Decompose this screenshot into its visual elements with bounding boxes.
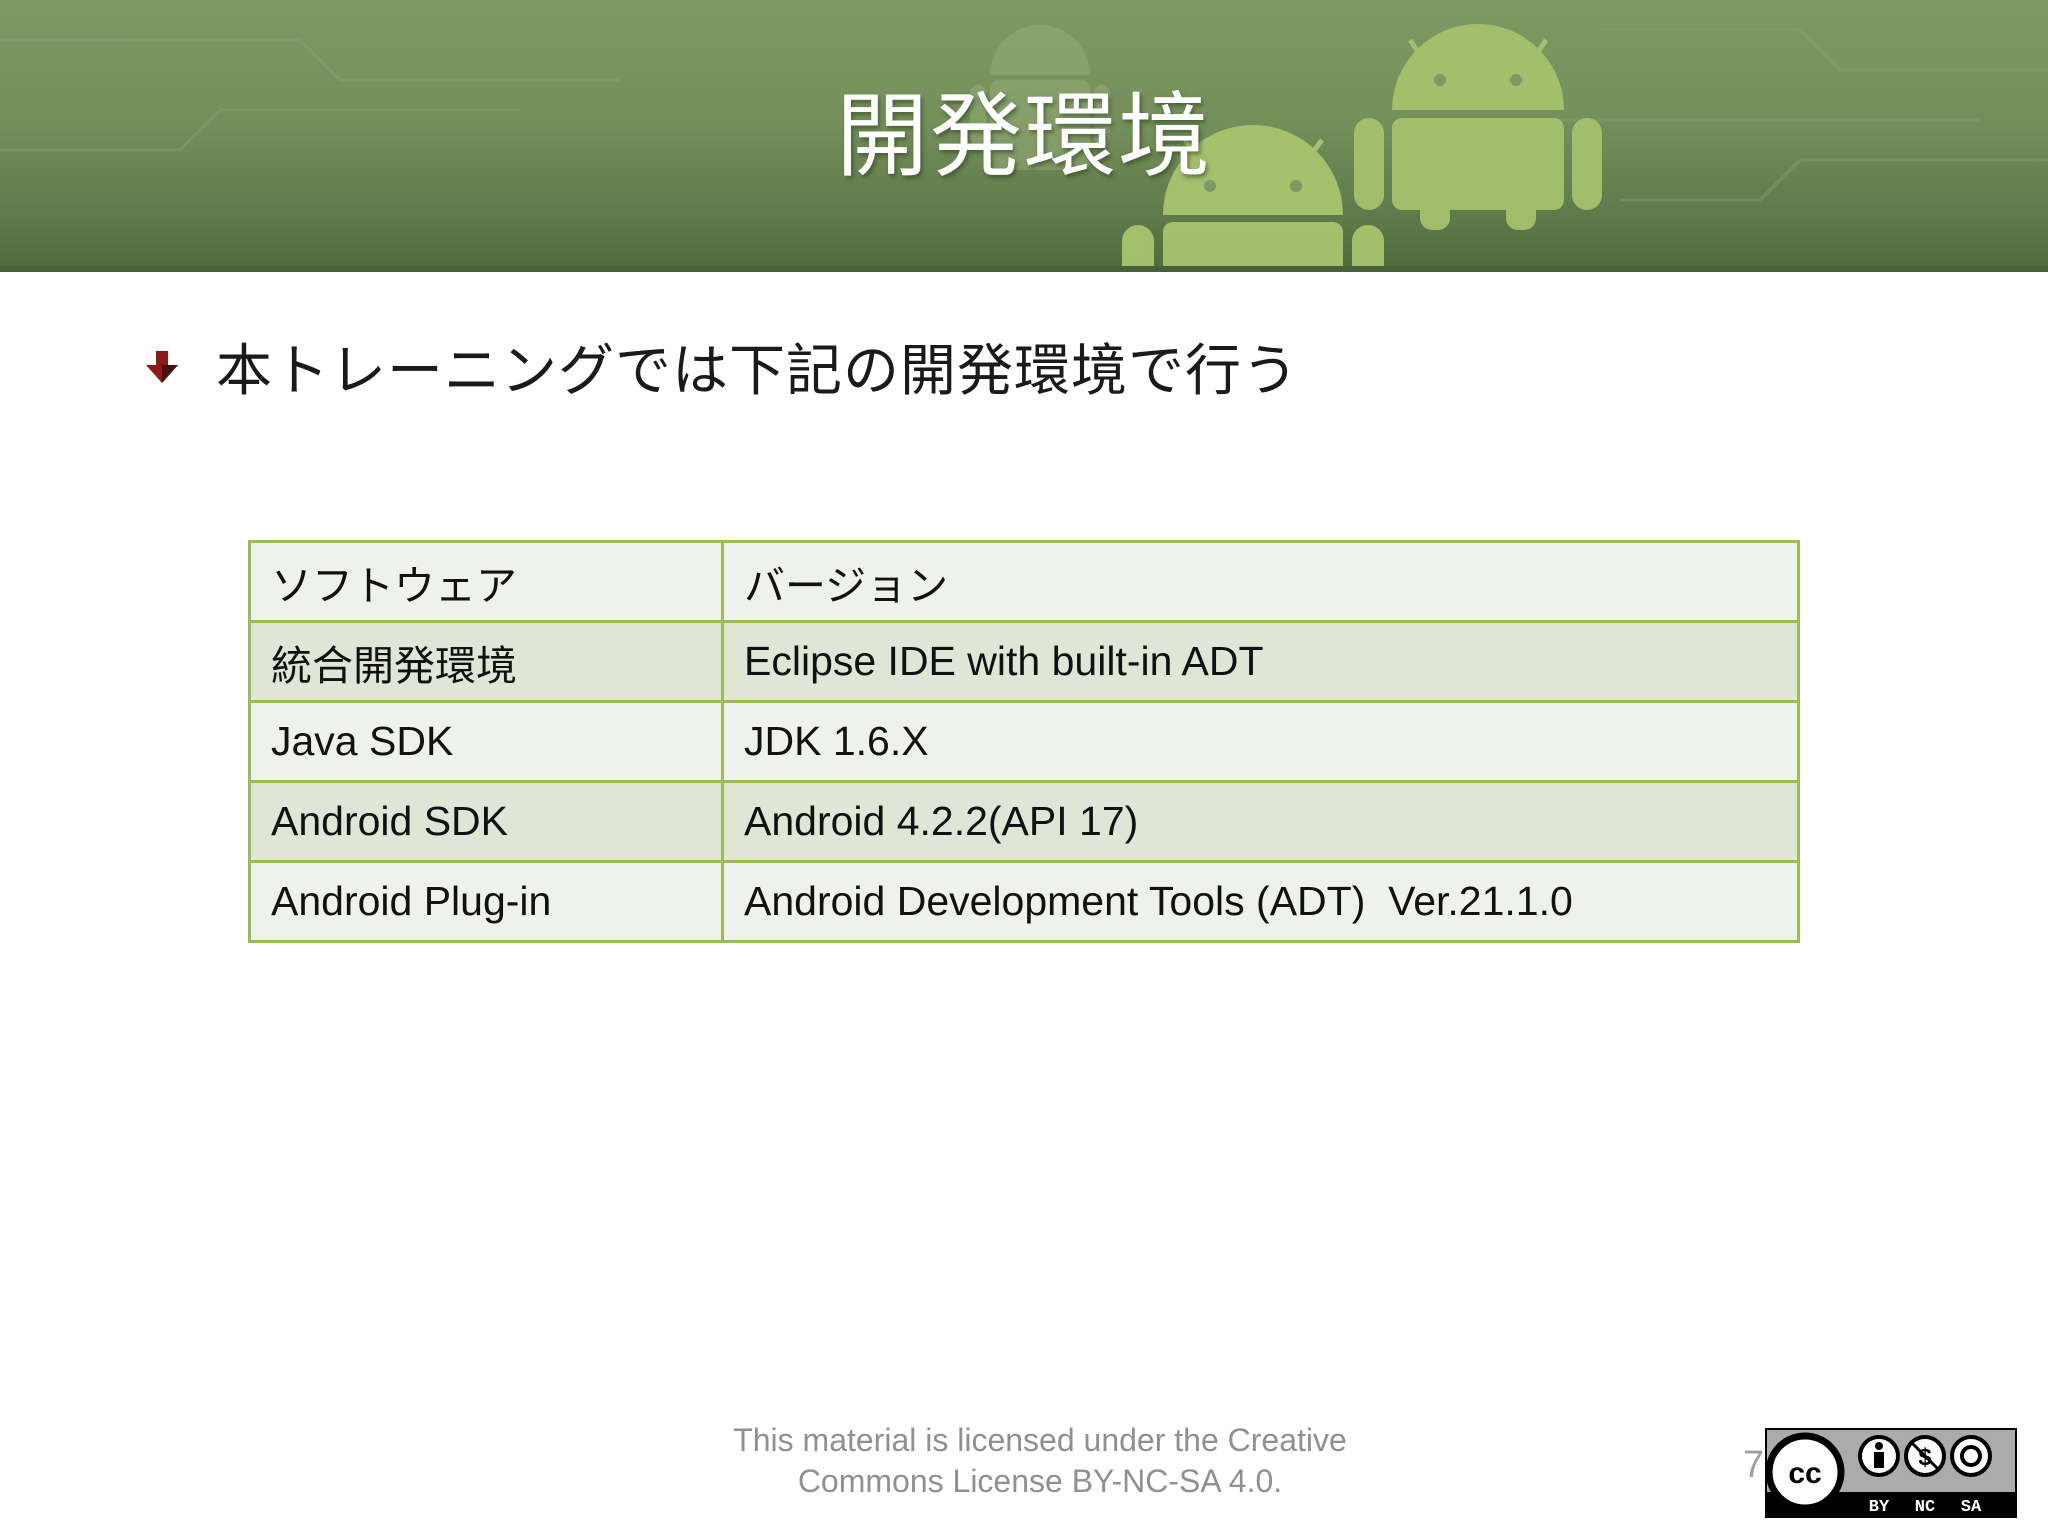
header-cell-software: ソフトウェア — [248, 540, 724, 623]
table-cell-software: Android Plug-in — [248, 860, 724, 943]
arrow-down-bullet-icon — [146, 350, 178, 383]
environment-table: ソフトウェア バージョン 統合開発環境 Eclipse IDE with bui… — [248, 540, 1800, 943]
table-cell-software: Java SDK — [248, 700, 724, 783]
table-cell-version: Android 4.2.2(API 17) — [721, 780, 1800, 863]
page-number: 7 — [1742, 1444, 1764, 1486]
table-cell-software: 統合開発環境 — [248, 620, 724, 703]
bullet-text: 本トレーニングでは下記の開発環境で行う — [216, 339, 1299, 404]
table-cell-version: Android Development Tools (ADT) Ver.21.1… — [721, 860, 1800, 943]
license-notice: This material is licensed under the Crea… — [640, 1420, 1440, 1502]
header-cell-version: バージョン — [721, 540, 1800, 623]
table-row: Android SDK Android 4.2.2(API 17) — [248, 780, 1800, 863]
table-row: Android Plug-in Android Development Tool… — [248, 860, 1800, 943]
svg-text:cc: cc — [1788, 1457, 1821, 1490]
badge-label-sa: SA — [1961, 1498, 1982, 1517]
table-cell-software: Android SDK — [248, 780, 724, 863]
table-row: 統合開発環境 Eclipse IDE with built-in ADT — [248, 620, 1800, 703]
header-banner: 開発環境 — [0, 0, 2048, 272]
badge-label-by: BY — [1869, 1498, 1890, 1517]
slide-title: 開発環境 — [835, 83, 1212, 190]
creative-commons-badge-icon: cc $ BY NC SA — [1765, 1428, 2017, 1518]
license-line-1: This material is licensed under the Crea… — [733, 1422, 1347, 1458]
license-line-2: Commons License BY-NC-SA 4.0. — [797, 1463, 1283, 1499]
table-cell-version: JDK 1.6.X — [721, 700, 1800, 783]
badge-label-nc: NC — [1915, 1498, 1935, 1517]
slide: 開発環境 本トレーニングでは下記の開発環境で行う ソフトウェア バージョン 統合… — [0, 0, 2048, 1536]
table-header-row: ソフトウェア バージョン — [248, 540, 1800, 623]
bullet-item: 本トレーニングでは下記の開発環境で行う — [138, 326, 1299, 407]
table-row: Java SDK JDK 1.6.X — [248, 700, 1800, 783]
table-cell-version: Eclipse IDE with built-in ADT — [721, 620, 1800, 703]
